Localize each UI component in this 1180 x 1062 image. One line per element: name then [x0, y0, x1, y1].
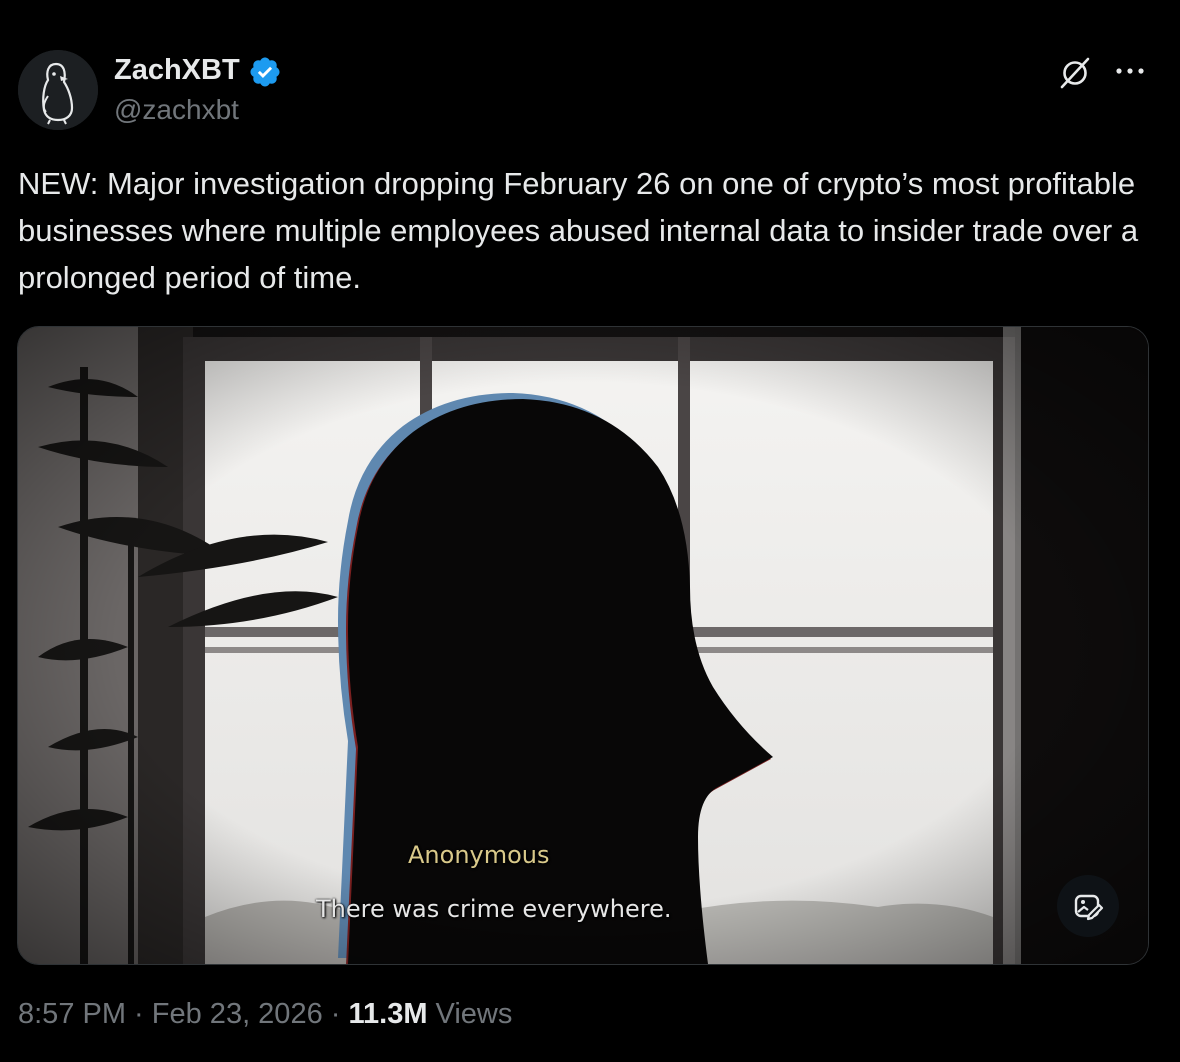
image-alt-button[interactable] [1057, 875, 1119, 937]
media-image [18, 327, 1148, 964]
meta-separator: · [322, 998, 349, 1030]
meta-separator: · [126, 998, 152, 1030]
views-count: 11.3M [348, 998, 428, 1030]
subtitle-caption: There was crime everywhere. [316, 895, 672, 923]
tweet-meta: 8:57 PM · Feb 23, 2026 · 11.3M Views [18, 998, 512, 1031]
views-label: Views [427, 998, 513, 1030]
tweet-text: NEW: Major investigation dropping Februa… [18, 166, 1139, 295]
penguin-avatar-icon [18, 50, 98, 130]
tweet-time[interactable]: 8:57 PM [18, 998, 126, 1030]
avatar[interactable] [18, 50, 98, 130]
author-display-name[interactable]: ZachXBT [114, 54, 240, 87]
author-handle[interactable]: @zachxbt [114, 94, 239, 126]
grok-icon[interactable] [1058, 56, 1092, 90]
more-horizontal-icon[interactable] [1112, 58, 1148, 84]
image-alt-icon [1074, 894, 1104, 921]
subtitle-speaker: Anonymous [408, 841, 550, 869]
tweet-media[interactable]: Anonymous There was crime everywhere. [17, 326, 1149, 965]
verified-badge-icon[interactable] [248, 55, 282, 89]
tweet-date[interactable]: Feb 23, 2026 [152, 998, 323, 1030]
